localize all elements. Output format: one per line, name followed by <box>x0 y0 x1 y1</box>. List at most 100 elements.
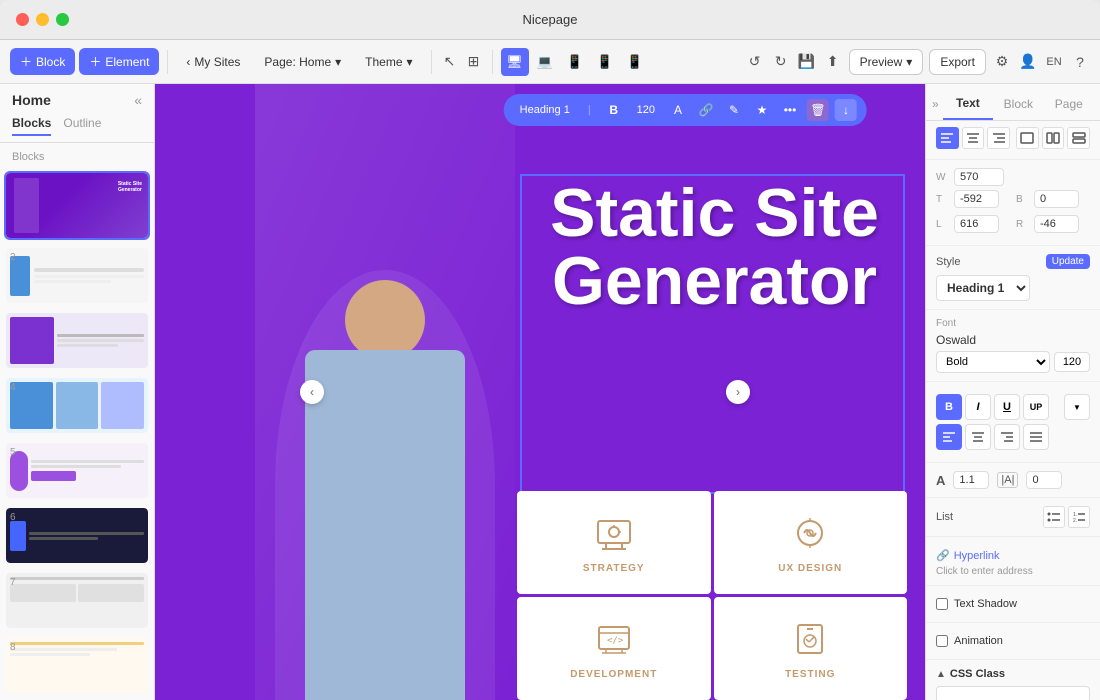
unordered-list-btn[interactable] <box>1043 506 1065 528</box>
l-input[interactable] <box>954 215 999 233</box>
language-label[interactable]: EN <box>1044 52 1064 72</box>
floating-toolbar[interactable]: Heading 1 | B 120 A 🔗 ✎ ★ ••• 🗑 ↓ <box>504 94 867 126</box>
service-testing[interactable]: TESTING <box>714 597 908 700</box>
align-right-text-btn[interactable] <box>994 424 1020 450</box>
align-right-btn[interactable] <box>987 127 1010 149</box>
select-tool-icon[interactable]: ↖ <box>440 52 460 72</box>
tablet-icon[interactable]: 📱 <box>561 48 589 76</box>
chevron-down-icon: ▾ <box>335 55 341 69</box>
block-item-4[interactable]: 4 <box>4 376 150 435</box>
minimize-button[interactable] <box>36 13 49 26</box>
canvas-arrow-right[interactable]: › <box>726 380 750 404</box>
laptop-icon[interactable]: 💻 <box>531 48 559 76</box>
maximize-button[interactable] <box>56 13 69 26</box>
tab-page[interactable]: Page <box>1044 89 1094 119</box>
ordered-list-btn[interactable]: 1.2. <box>1068 506 1090 528</box>
save-icon[interactable]: 💾 <box>797 52 817 72</box>
w-input[interactable] <box>954 168 1004 186</box>
more-format-btn[interactable]: ▼ <box>1064 394 1090 420</box>
export-button[interactable]: Export <box>929 49 986 75</box>
style-select[interactable]: Heading 1 Heading 2 Paragraph <box>936 275 1030 301</box>
font-style-select[interactable]: Bold Regular Italic <box>936 351 1050 373</box>
collapse-icon[interactable]: « <box>134 92 142 108</box>
text-shadow-row[interactable]: Text Shadow <box>936 598 1090 610</box>
tab-block[interactable]: Block <box>993 89 1043 119</box>
hyperlink-hint: Click to enter address <box>936 566 1090 577</box>
italic-btn[interactable]: I <box>965 394 991 420</box>
block-item-2[interactable]: 2 <box>4 246 150 305</box>
star-icon[interactable]: ★ <box>751 99 773 121</box>
theme-button[interactable]: Theme ▾ <box>355 50 422 74</box>
block-add-button[interactable]: ＋ Block <box>10 48 75 75</box>
align-center-btn[interactable] <box>962 127 985 149</box>
desktop-icon[interactable]: 🖥 <box>501 48 529 76</box>
css-class-header[interactable]: ▲ CSS Class <box>936 668 1090 680</box>
layout-2-btn[interactable] <box>1042 127 1065 149</box>
block-item-8[interactable]: 8 <box>4 636 150 695</box>
letter-spacing-input[interactable] <box>1026 471 1062 489</box>
settings-icon[interactable]: ⚙ <box>992 52 1012 72</box>
canvas[interactable]: Heading 1 | B 120 A 🔗 ✎ ★ ••• 🗑 ↓ Static… <box>155 84 925 700</box>
more-icon[interactable]: ••• <box>779 99 801 121</box>
bold-format-icon[interactable]: B <box>603 99 625 121</box>
bold-btn[interactable]: B <box>936 394 962 420</box>
delete-icon[interactable]: 🗑 <box>807 99 829 121</box>
animation-row[interactable]: Animation <box>936 635 1090 647</box>
align-left-btn[interactable] <box>936 127 959 149</box>
move-down-icon[interactable]: ↓ <box>835 99 857 121</box>
hyperlink-row[interactable]: 🔗 Hyperlink <box>936 549 1090 562</box>
undo-icon[interactable]: ↺ <box>745 52 765 72</box>
uppercase-btn[interactable]: UP <box>1023 394 1049 420</box>
service-ux[interactable]: UX DESIGN <box>714 491 908 594</box>
my-sites-button[interactable]: ‹ My Sites <box>176 50 250 74</box>
t-input[interactable] <box>954 190 999 208</box>
main-toolbar: ＋ Block ＋ Element ‹ My Sites Page: Home … <box>0 40 1100 84</box>
service-strategy[interactable]: STRATEGY <box>517 491 711 594</box>
chevron-left-icon: ‹ <box>186 55 190 69</box>
user-icon[interactable]: 👤 <box>1018 52 1038 72</box>
text-shadow-checkbox[interactable] <box>936 598 948 610</box>
tab-text[interactable]: Text <box>943 88 993 120</box>
r-input[interactable] <box>1034 215 1079 233</box>
tab-outline[interactable]: Outline <box>63 116 101 136</box>
line-height-input[interactable] <box>953 471 989 489</box>
block-item-3[interactable]: 3 <box>4 311 150 370</box>
edit-icon[interactable]: ✎ <box>723 99 745 121</box>
text-color-icon[interactable]: A <box>667 99 689 121</box>
preview-button[interactable]: Preview ▾ <box>849 49 924 75</box>
canvas-arrow-left[interactable]: ‹ <box>300 380 324 404</box>
page-selector[interactable]: Page: Home ▾ <box>254 50 351 74</box>
layout-1-btn[interactable] <box>1016 127 1039 149</box>
redo-icon[interactable]: ↻ <box>771 52 791 72</box>
align-left-text-btn[interactable] <box>936 424 962 450</box>
heading-selector[interactable]: Heading 1 <box>514 102 576 118</box>
font-size-display[interactable]: 120 <box>631 102 661 118</box>
block-item-1[interactable]: 1 Static SiteGenerator <box>4 171 150 240</box>
tab-blocks[interactable]: Blocks <box>12 116 51 136</box>
align-justify-text-btn[interactable] <box>1023 424 1049 450</box>
element-add-button[interactable]: ＋ Element <box>79 48 159 75</box>
b-input[interactable] <box>1034 190 1079 208</box>
block-item-7[interactable]: 7 <box>4 571 150 630</box>
mobile-icon[interactable]: 📱 <box>591 48 619 76</box>
block-item-5[interactable]: 5 <box>4 441 150 500</box>
update-button[interactable]: Update <box>1046 254 1090 269</box>
heading-container[interactable]: Static Site Generator <box>522 179 907 315</box>
share-icon[interactable]: ⬆ <box>823 52 843 72</box>
service-dev[interactable]: </> DEVELOPMENT <box>517 597 711 700</box>
help-icon[interactable]: ? <box>1070 52 1090 72</box>
align-center-text-btn[interactable] <box>965 424 991 450</box>
separator: | <box>582 102 597 118</box>
css-class-input[interactable] <box>936 686 1090 700</box>
link-icon[interactable]: 🔗 <box>695 99 717 121</box>
layout-3-btn[interactable] <box>1067 127 1090 149</box>
mobile-small-icon[interactable]: 📱 <box>621 48 649 76</box>
close-button[interactable] <box>16 13 29 26</box>
underline-btn[interactable]: U <box>994 394 1020 420</box>
animation-checkbox[interactable] <box>936 635 948 647</box>
block-item-6[interactable]: 6 <box>4 506 150 565</box>
w-label: W <box>936 172 950 183</box>
panel-expand-icon[interactable]: » <box>932 97 939 111</box>
font-size-input[interactable] <box>1054 352 1090 372</box>
view-mode-icon[interactable]: ⊞ <box>464 52 484 72</box>
